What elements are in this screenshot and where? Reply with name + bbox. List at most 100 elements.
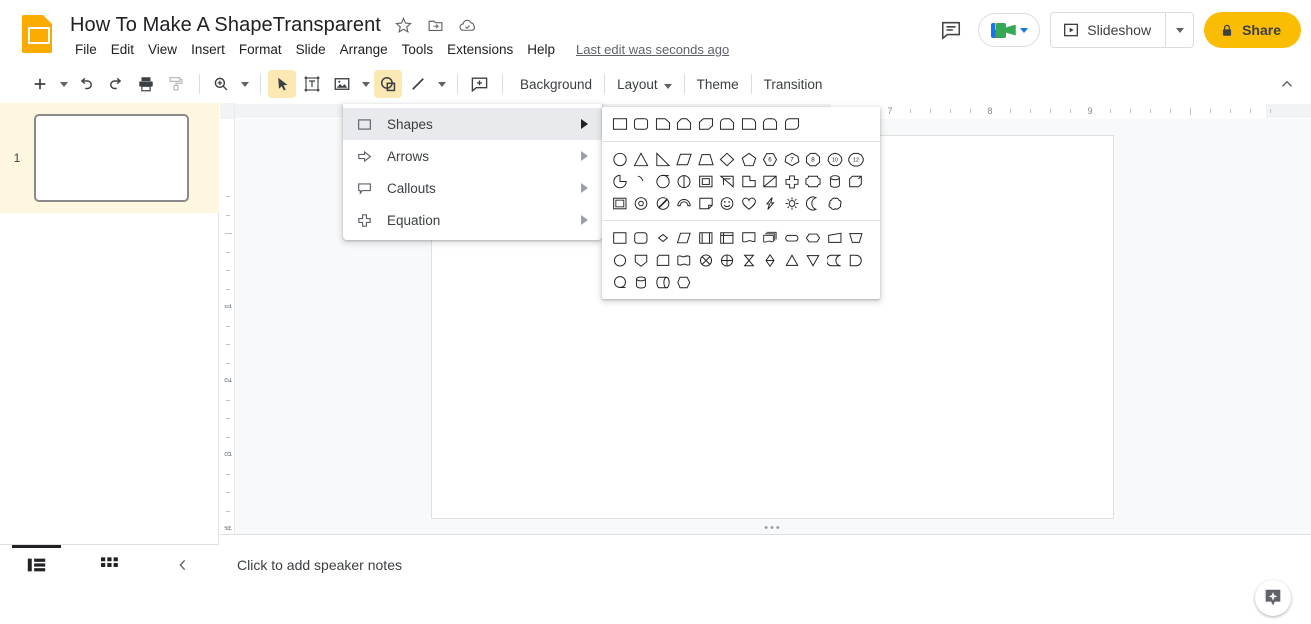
new-slide-dropdown[interactable]	[56, 70, 72, 98]
shape-snip-diagonal-corner-rectangle[interactable]	[695, 113, 717, 135]
shape-parallelogram[interactable]	[674, 148, 696, 170]
shape-flowchart-merge[interactable]	[803, 249, 825, 271]
menu-item-shapes[interactable]: Shapes	[343, 108, 602, 140]
layout-button[interactable]: Layout	[607, 70, 682, 98]
shape-flowchart-magnetic-disk[interactable]	[631, 271, 653, 293]
last-edit-status[interactable]: Last edit was seconds ago	[576, 42, 729, 57]
menu-help[interactable]: Help	[520, 40, 562, 59]
shape-hexagon[interactable]: 6	[760, 148, 782, 170]
shape-flowchart-or[interactable]	[717, 249, 739, 271]
shape-bevel[interactable]	[609, 192, 631, 214]
shape-button[interactable]	[374, 70, 402, 98]
menu-extensions[interactable]: Extensions	[440, 40, 520, 59]
shape-snip-single-corner-rectangle[interactable]	[652, 113, 674, 135]
slide-thumbnail-preview[interactable]	[34, 114, 189, 202]
shape-moon[interactable]	[803, 192, 825, 214]
theme-button[interactable]: Theme	[687, 70, 749, 98]
shape-lightning-bolt[interactable]	[760, 192, 782, 214]
shape-diamond[interactable]	[717, 148, 739, 170]
shape-snip-round-single-corner-rectangle[interactable]	[717, 113, 739, 135]
shape-flowchart-direct-access-storage[interactable]	[652, 271, 674, 293]
redo-button[interactable]	[102, 70, 130, 98]
shape-donut[interactable]	[631, 192, 653, 214]
shape-cross[interactable]	[781, 170, 803, 192]
shape-diagonal-stripe[interactable]	[760, 170, 782, 192]
menu-item-equation[interactable]: Equation	[343, 204, 602, 236]
transition-button[interactable]: Transition	[754, 70, 833, 98]
undo-button[interactable]	[72, 70, 100, 98]
shape-right-triangle[interactable]	[652, 148, 674, 170]
menu-edit[interactable]: Edit	[104, 40, 141, 59]
paint-format-button[interactable]	[162, 70, 190, 98]
shape-trapezoid[interactable]	[695, 148, 717, 170]
shape-heptagon[interactable]: 7	[781, 148, 803, 170]
shape-round-same-side-corner-rectangle[interactable]	[760, 113, 782, 135]
shape-flowchart-sequential-access-storage[interactable]	[609, 271, 631, 293]
line-button[interactable]	[404, 70, 432, 98]
speaker-notes-placeholder[interactable]: Click to add speaker notes	[237, 557, 402, 573]
document-title[interactable]: How To Make A ShapeTransparent	[66, 12, 385, 39]
menu-file[interactable]: File	[68, 40, 104, 59]
shape-pie[interactable]	[609, 170, 631, 192]
comment-history-icon[interactable]	[934, 13, 968, 47]
slideshow-dropdown-button[interactable]	[1165, 13, 1193, 47]
shape-flowchart-manual-operation[interactable]	[846, 227, 868, 249]
shape-folded-corner[interactable]	[695, 192, 717, 214]
shape-decagon[interactable]: 10	[824, 148, 846, 170]
shape-flowchart-collate[interactable]	[738, 249, 760, 271]
shape-flowchart-decision[interactable]	[652, 227, 674, 249]
shape-teardrop[interactable]	[652, 170, 674, 192]
zoom-button[interactable]	[207, 70, 235, 98]
shape-round-single-corner-rectangle[interactable]	[738, 113, 760, 135]
shape-flowchart-stored-data[interactable]	[824, 249, 846, 271]
shape-smiley-face[interactable]	[717, 192, 739, 214]
shape-plaque[interactable]	[803, 170, 825, 192]
menu-item-arrows[interactable]: Arrows	[343, 140, 602, 172]
shape-sun[interactable]	[781, 192, 803, 214]
shape-corner[interactable]	[717, 170, 739, 192]
shape-chord[interactable]	[631, 170, 653, 192]
shape-flowchart-predefined-process[interactable]	[695, 227, 717, 249]
background-button[interactable]: Background	[510, 70, 602, 98]
slideshow-main[interactable]: Slideshow	[1051, 13, 1165, 47]
menu-arrange[interactable]: Arrange	[333, 40, 395, 59]
image-dropdown[interactable]	[358, 70, 374, 98]
shape-flowchart-data[interactable]	[674, 227, 696, 249]
shape-snip-same-side-corner-rectangle[interactable]	[674, 113, 696, 135]
move-to-folder-icon[interactable]	[423, 12, 449, 38]
select-tool-button[interactable]	[268, 70, 296, 98]
zoom-dropdown[interactable]	[237, 70, 253, 98]
shape-flowchart-connector[interactable]	[609, 249, 631, 271]
shape-flowchart-preparation[interactable]	[803, 227, 825, 249]
menu-item-callouts[interactable]: Callouts	[343, 172, 602, 204]
menu-tools[interactable]: Tools	[395, 40, 441, 59]
shape-flowchart-process[interactable]	[609, 227, 631, 249]
new-slide-button[interactable]	[26, 70, 54, 98]
slideshow-button[interactable]: Slideshow	[1050, 12, 1194, 48]
collapse-toolbar-button[interactable]	[1273, 70, 1301, 98]
grid-view-button[interactable]	[73, 545, 146, 585]
shape-rounded-rectangle[interactable]	[631, 113, 653, 135]
shape-triangle[interactable]	[631, 148, 653, 170]
explore-sparkle-icon[interactable]	[1255, 580, 1291, 616]
shape-dodecagon[interactable]: 12	[846, 148, 868, 170]
shape-pentagon[interactable]	[738, 148, 760, 170]
shape-flowchart-punched-tape[interactable]	[674, 249, 696, 271]
vertical-ruler[interactable]: 12345	[219, 103, 235, 584]
shape-flowchart-internal-storage[interactable]	[717, 227, 739, 249]
shape-octagon[interactable]: 8	[803, 148, 825, 170]
shape-flowchart-delay[interactable]	[846, 249, 868, 271]
collapse-panel-button[interactable]	[146, 545, 219, 585]
shape-cloud[interactable]	[824, 192, 846, 214]
meet-button[interactable]	[978, 13, 1040, 47]
shape-flowchart-manual-input[interactable]	[824, 227, 846, 249]
notes-resize-handle[interactable]: •••	[235, 522, 1311, 534]
add-comment-button[interactable]	[465, 70, 493, 98]
shape-flowchart-multidocument[interactable]	[760, 227, 782, 249]
shape-no-symbol[interactable]	[652, 192, 674, 214]
shape-flowchart-extract[interactable]	[781, 249, 803, 271]
shape-half-frame[interactable]	[695, 170, 717, 192]
shape-flowchart-document[interactable]	[738, 227, 760, 249]
shape-block-arc[interactable]	[674, 192, 696, 214]
insert-image-button[interactable]	[328, 70, 356, 98]
